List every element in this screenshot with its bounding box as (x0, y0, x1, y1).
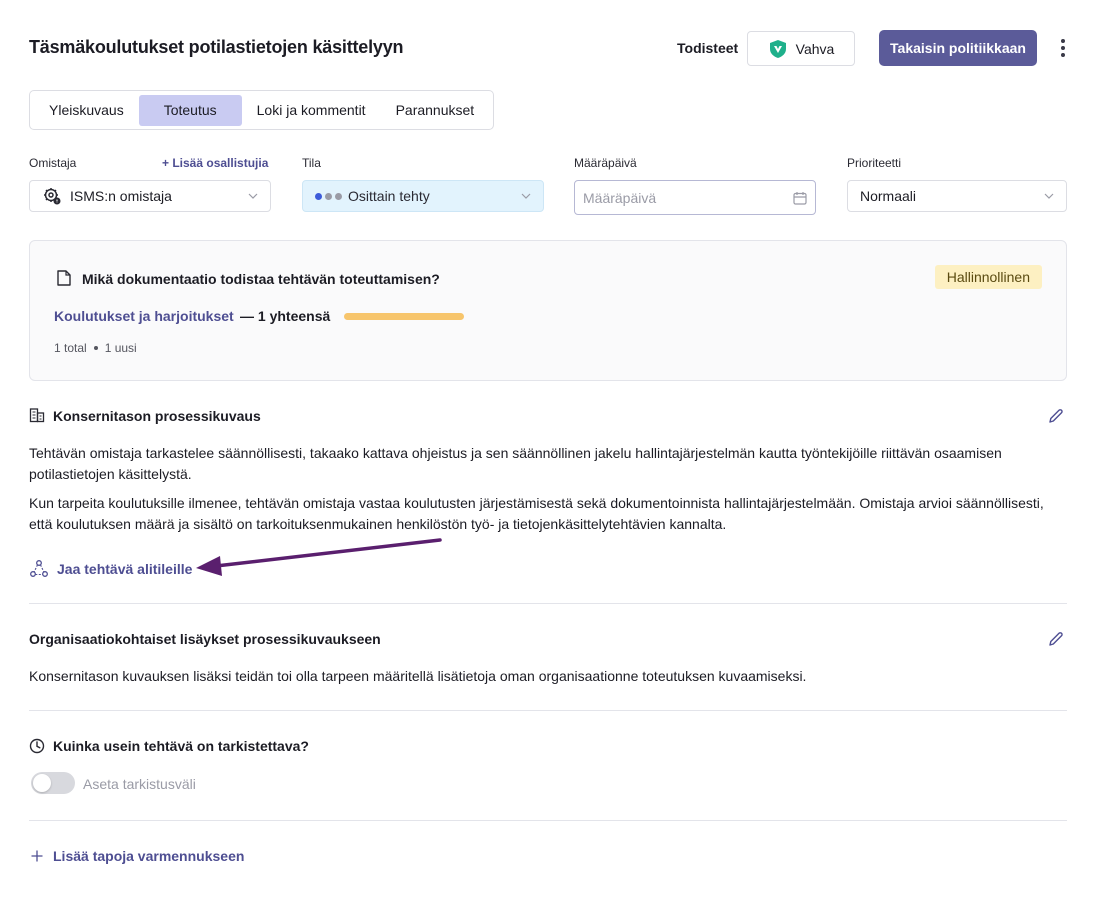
toggle-knob (33, 774, 51, 792)
document-icon (57, 270, 71, 286)
status-value: Osittain tehty (348, 188, 430, 204)
review-interval-toggle[interactable] (31, 772, 75, 794)
status-label: Tila (302, 156, 321, 170)
add-participants-link[interactable]: + Lisää osallistujia (162, 156, 268, 170)
evidence-strength-button[interactable]: Vahva (747, 31, 855, 66)
share-network-icon (30, 560, 48, 577)
status-dots-icon (315, 192, 342, 200)
status-select[interactable]: Osittain tehty (302, 180, 544, 212)
edit-pencil-icon[interactable] (1047, 630, 1065, 648)
tab-implementation[interactable]: Toteutus (138, 94, 242, 126)
more-vertical-icon[interactable] (1055, 36, 1071, 60)
documentation-stats: 1 total 1 uusi (54, 341, 137, 355)
stats-new: 1 uusi (104, 341, 137, 355)
tab-bar: Yleiskuvaus Toteutus Loki ja kommentit P… (29, 90, 495, 130)
divider (29, 710, 1067, 711)
user-settings-icon (44, 188, 61, 205)
due-date-label: Määräpäivä (574, 156, 637, 170)
priority-select[interactable]: Normaali (847, 180, 1067, 212)
owner-label: Omistaja (29, 156, 77, 170)
add-verification-methods-link[interactable]: Lisää tapoja varmennukseen (53, 848, 244, 864)
clock-icon (29, 738, 45, 754)
tab-overview[interactable]: Yleiskuvaus (34, 95, 139, 126)
evidence-strength-value: Vahva (795, 40, 835, 57)
evidence-label: Todisteet (677, 40, 739, 56)
stats-total: 1 total (54, 341, 87, 355)
tab-log-comments[interactable]: Loki ja kommentit (242, 95, 381, 126)
org-additions-paragraph: Konsernitason kuvauksen lisäksi teidän t… (29, 668, 807, 684)
chevron-down-icon (248, 193, 258, 199)
priority-label: Prioriteetti (847, 156, 902, 170)
group-process-title: Konsernitason prosessikuvaus (53, 408, 261, 424)
building-icon (29, 408, 45, 423)
review-title: Kuinka usein tehtävä on tarkistettava? (53, 738, 309, 754)
page-header: Täsmäkoulutukset potilastietojen käsitte… (29, 30, 1069, 66)
group-process-paragraph-1: Tehtävän omistaja tarkastelee säännöllis… (29, 445, 1002, 482)
documentation-card: Mikä dokumentaatio todistaa tehtävän tot… (29, 240, 1067, 381)
divider (29, 820, 1067, 821)
plus-icon (31, 850, 43, 862)
org-additions-title: Organisaatiokohtaiset lisäykset prosessi… (29, 631, 381, 647)
category-badge: Hallinnollinen (934, 265, 1042, 289)
priority-value: Normaali (860, 188, 917, 204)
tab-improvements[interactable]: Parannukset (381, 95, 490, 126)
documentation-count: — 1 yhteensä (240, 308, 331, 324)
owner-select[interactable]: ISMS:n omistaja (29, 180, 271, 212)
documentation-question: Mikä dokumentaatio todistaa tehtävän tot… (82, 271, 440, 287)
group-process-paragraph-2: Kun tarpeita koulutuksille ilmenee, teht… (29, 495, 1044, 532)
edit-pencil-icon[interactable] (1047, 407, 1065, 425)
calendar-icon (793, 192, 807, 205)
divider (29, 603, 1067, 604)
documentation-link[interactable]: Koulutukset ja harjoitukset (54, 308, 234, 324)
due-date-input[interactable]: Määräpäivä (574, 180, 816, 215)
shield-icon (769, 39, 786, 58)
share-to-subaccounts-link[interactable]: Jaa tehtävä alitileille (57, 561, 192, 577)
review-interval-label: Aseta tarkistusväli (83, 776, 196, 792)
chevron-down-icon (521, 193, 531, 199)
documentation-progress-fill (344, 313, 464, 320)
page-title: Täsmäkoulutukset potilastietojen käsitte… (29, 37, 404, 57)
owner-value: ISMS:n omistaja (70, 188, 172, 204)
chevron-down-icon (1044, 193, 1054, 199)
back-to-policy-button[interactable]: Takaisin politiikkaan (879, 30, 1037, 66)
annotation-arrow (196, 538, 442, 576)
documentation-progress-bar (344, 313, 464, 320)
due-date-placeholder: Määräpäivä (583, 189, 657, 206)
